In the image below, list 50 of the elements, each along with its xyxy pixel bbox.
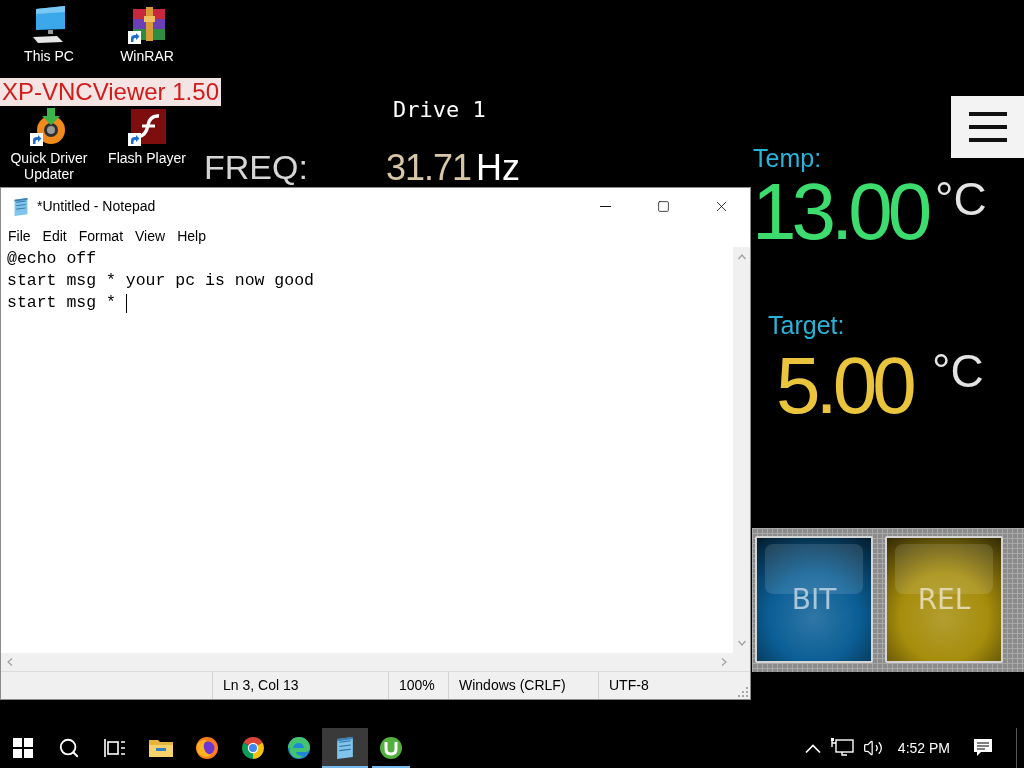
notepad-icon (12, 197, 30, 216)
menu-icon (968, 112, 1007, 142)
text-line: @echo off (7, 248, 97, 270)
frequency-label: FREQ: (204, 150, 308, 184)
desktop-icon-label[interactable]: This PC (6, 48, 92, 64)
minimize-icon (599, 206, 611, 207)
zoom-level: 100% (388, 672, 448, 699)
menu-item[interactable]: Format (72, 225, 130, 247)
frequency-unit: Hz (476, 150, 521, 186)
window-title: *Untitled - Notepad (37, 197, 156, 216)
desktop-icon-label[interactable]: Quick Driver Updater (6, 150, 92, 182)
search-icon (58, 737, 80, 759)
cursor-position: Ln 3, Col 13 (212, 672, 388, 699)
text-cursor-icon (125, 293, 127, 313)
text-line: start msg * (7, 292, 117, 314)
notification-icon (973, 738, 993, 758)
segmented-ring-icon (241, 736, 265, 760)
swirl-circle-icon (287, 736, 311, 760)
folder-icon (149, 738, 173, 758)
maximize-icon (656, 200, 670, 213)
notepad-icon (334, 737, 356, 759)
menu-item[interactable]: View (129, 225, 172, 247)
menu-item[interactable]: File (2, 225, 37, 247)
temperature-unit: °C (935, 176, 987, 222)
text-encoding: UTF-8 (598, 672, 726, 699)
chevron-up-icon (804, 743, 821, 753)
target-label: Target: (768, 313, 845, 338)
line-ending: Windows (CRLF) (448, 672, 598, 699)
task-view-icon (104, 738, 126, 758)
frequency-value: 31.71 (386, 150, 472, 186)
menu-item[interactable]: Edit (36, 225, 73, 247)
volume-icon (862, 738, 883, 758)
viewer-banner: XP-VNCViewer 1.50 (0, 78, 221, 106)
temperature-value: 13.00 (752, 172, 928, 252)
drive-title: Drive 1 (393, 99, 486, 121)
desktop-icon-label[interactable]: Flash Player (104, 150, 190, 166)
temperature-label: Temp: (753, 146, 822, 171)
target-value: 5.00 (776, 346, 912, 426)
windows-logo-icon (13, 738, 33, 758)
horseshoe-circle-icon (379, 736, 403, 760)
network-icon (830, 738, 855, 758)
clock[interactable]: 4:52 PM (887, 737, 960, 759)
menu-button[interactable] (951, 96, 1024, 158)
menu-item[interactable]: Help (171, 225, 212, 247)
text-line: start msg * your pc is now good (7, 270, 314, 292)
taskbar-app[interactable] (322, 728, 368, 768)
fox-globe-icon (195, 736, 219, 760)
desktop-icon-label[interactable]: WinRAR (104, 48, 190, 64)
resize-grip-icon[interactable] (738, 687, 748, 697)
target-unit: °C (932, 348, 984, 394)
